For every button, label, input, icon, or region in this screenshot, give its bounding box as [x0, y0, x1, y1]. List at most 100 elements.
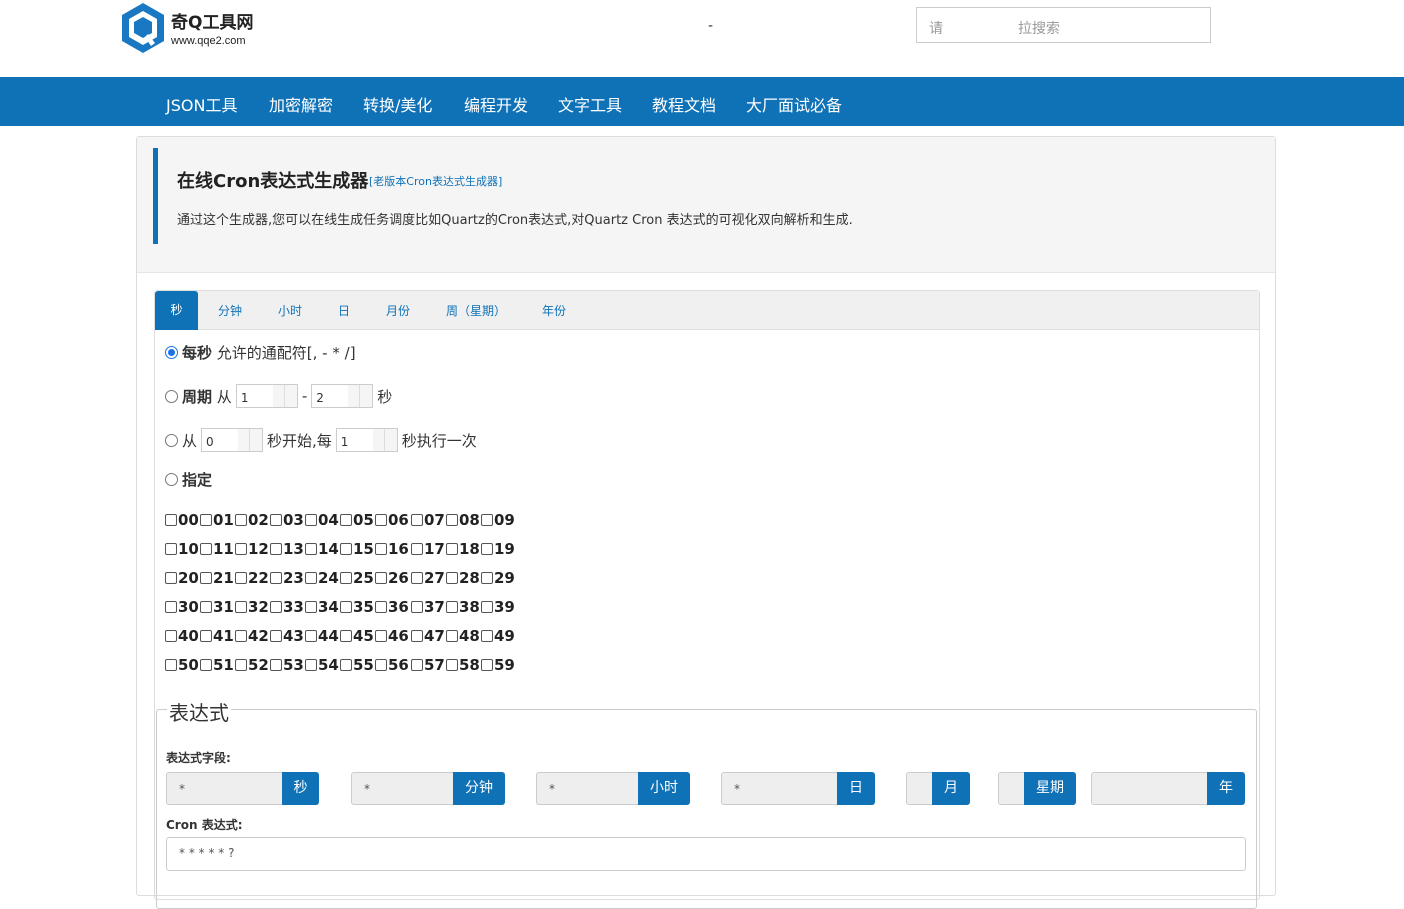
- nav-item-json[interactable]: JSON工具: [166, 92, 237, 116]
- checkbox-box[interactable]: [411, 601, 423, 613]
- checkbox-box[interactable]: [375, 601, 387, 613]
- checkbox-box[interactable]: [340, 514, 352, 526]
- checkbox-box[interactable]: [375, 659, 387, 671]
- checkbox-box[interactable]: [305, 514, 317, 526]
- checkbox-box[interactable]: [305, 630, 317, 642]
- second-checkbox[interactable]: 40: [165, 627, 199, 645]
- old-version-link[interactable]: [老版本Cron表达式生成器]: [369, 173, 502, 189]
- field-minute-input[interactable]: *: [351, 772, 453, 805]
- second-checkbox[interactable]: 44: [305, 627, 339, 645]
- checkbox-box[interactable]: [165, 514, 177, 526]
- option-every-second[interactable]: 每秒 允许的通配符[, - * /]: [165, 342, 356, 363]
- second-checkbox[interactable]: 17: [411, 540, 445, 558]
- second-checkbox[interactable]: 33: [270, 598, 304, 616]
- second-checkbox[interactable]: 16: [375, 540, 409, 558]
- second-checkbox[interactable]: 13: [270, 540, 304, 558]
- checkbox-box[interactable]: [481, 601, 493, 613]
- second-checkbox[interactable]: 57: [411, 656, 445, 674]
- second-checkbox[interactable]: 43: [270, 627, 304, 645]
- second-checkbox[interactable]: 35: [340, 598, 374, 616]
- checkbox-box[interactable]: [165, 630, 177, 642]
- checkbox-box[interactable]: [305, 572, 317, 584]
- checkbox-box[interactable]: [481, 630, 493, 642]
- second-checkbox[interactable]: 42: [235, 627, 269, 645]
- checkbox-box[interactable]: [411, 572, 423, 584]
- second-checkbox[interactable]: 30: [165, 598, 199, 616]
- checkbox-box[interactable]: [235, 630, 247, 642]
- checkbox-box[interactable]: [235, 543, 247, 555]
- second-checkbox[interactable]: 54: [305, 656, 339, 674]
- checkbox-box[interactable]: [270, 543, 282, 555]
- second-checkbox[interactable]: 06: [375, 511, 409, 529]
- checkbox-box[interactable]: [305, 601, 317, 613]
- second-checkbox[interactable]: 46: [375, 627, 409, 645]
- checkbox-box[interactable]: [340, 543, 352, 555]
- second-checkbox[interactable]: 51: [200, 656, 234, 674]
- checkbox-box[interactable]: [270, 601, 282, 613]
- field-day-input[interactable]: *: [721, 772, 837, 805]
- option-step[interactable]: 从 0 秒开始,每 1 秒执行一次: [165, 428, 477, 452]
- second-checkbox[interactable]: 01: [200, 511, 234, 529]
- second-checkbox[interactable]: 04: [305, 511, 339, 529]
- step-start-stepper[interactable]: 0: [201, 428, 264, 452]
- second-checkbox[interactable]: 56: [375, 656, 409, 674]
- checkbox-box[interactable]: [481, 659, 493, 671]
- checkbox-box[interactable]: [411, 630, 423, 642]
- second-checkbox[interactable]: 45: [340, 627, 374, 645]
- second-checkbox[interactable]: 02: [235, 511, 269, 529]
- checkbox-box[interactable]: [446, 572, 458, 584]
- checkbox-box[interactable]: [235, 601, 247, 613]
- checkbox-box[interactable]: [305, 659, 317, 671]
- checkbox-box[interactable]: [200, 601, 212, 613]
- tab-minute[interactable]: 分钟: [218, 302, 242, 319]
- checkbox-box[interactable]: [481, 514, 493, 526]
- second-checkbox[interactable]: 18: [446, 540, 480, 558]
- second-checkbox[interactable]: 24: [305, 569, 339, 587]
- checkbox-box[interactable]: [411, 543, 423, 555]
- checkbox-box[interactable]: [200, 572, 212, 584]
- second-checkbox[interactable]: 49: [481, 627, 515, 645]
- specify-radio[interactable]: [165, 473, 178, 486]
- second-checkbox[interactable]: 41: [200, 627, 234, 645]
- second-checkbox[interactable]: 07: [411, 511, 445, 529]
- tab-second[interactable]: 秒: [155, 291, 198, 330]
- checkbox-box[interactable]: [446, 514, 458, 526]
- second-checkbox[interactable]: 20: [165, 569, 199, 587]
- second-checkbox[interactable]: 03: [270, 511, 304, 529]
- second-checkbox[interactable]: 14: [305, 540, 339, 558]
- checkbox-box[interactable]: [305, 543, 317, 555]
- second-checkbox[interactable]: 22: [235, 569, 269, 587]
- checkbox-box[interactable]: [270, 659, 282, 671]
- checkbox-box[interactable]: [200, 543, 212, 555]
- second-checkbox[interactable]: 05: [340, 511, 374, 529]
- checkbox-box[interactable]: [340, 572, 352, 584]
- cycle-to-stepper[interactable]: 2: [311, 384, 374, 408]
- checkbox-box[interactable]: [270, 572, 282, 584]
- field-second-input[interactable]: *: [166, 772, 282, 805]
- checkbox-box[interactable]: [200, 630, 212, 642]
- second-checkbox[interactable]: 58: [446, 656, 480, 674]
- checkbox-box[interactable]: [481, 543, 493, 555]
- second-checkbox[interactable]: 23: [270, 569, 304, 587]
- nav-item-docs[interactable]: 教程文档: [652, 92, 716, 116]
- second-checkbox[interactable]: 55: [340, 656, 374, 674]
- second-checkbox[interactable]: 11: [200, 540, 234, 558]
- checkbox-box[interactable]: [375, 572, 387, 584]
- second-checkbox[interactable]: 59: [481, 656, 515, 674]
- checkbox-box[interactable]: [375, 630, 387, 642]
- checkbox-box[interactable]: [165, 601, 177, 613]
- checkbox-box[interactable]: [235, 659, 247, 671]
- second-checkbox[interactable]: 19: [481, 540, 515, 558]
- checkbox-box[interactable]: [481, 572, 493, 584]
- nav-item-convert[interactable]: 转换/美化: [363, 92, 432, 116]
- field-week-input[interactable]: [998, 772, 1024, 805]
- second-checkbox[interactable]: 37: [411, 598, 445, 616]
- checkbox-box[interactable]: [375, 514, 387, 526]
- nav-item-text[interactable]: 文字工具: [558, 92, 622, 116]
- checkbox-box[interactable]: [165, 543, 177, 555]
- cycle-radio[interactable]: [165, 389, 178, 403]
- second-checkbox[interactable]: 28: [446, 569, 480, 587]
- tab-day[interactable]: 日: [338, 302, 350, 319]
- tab-year[interactable]: 年份: [542, 302, 566, 319]
- checkbox-box[interactable]: [340, 601, 352, 613]
